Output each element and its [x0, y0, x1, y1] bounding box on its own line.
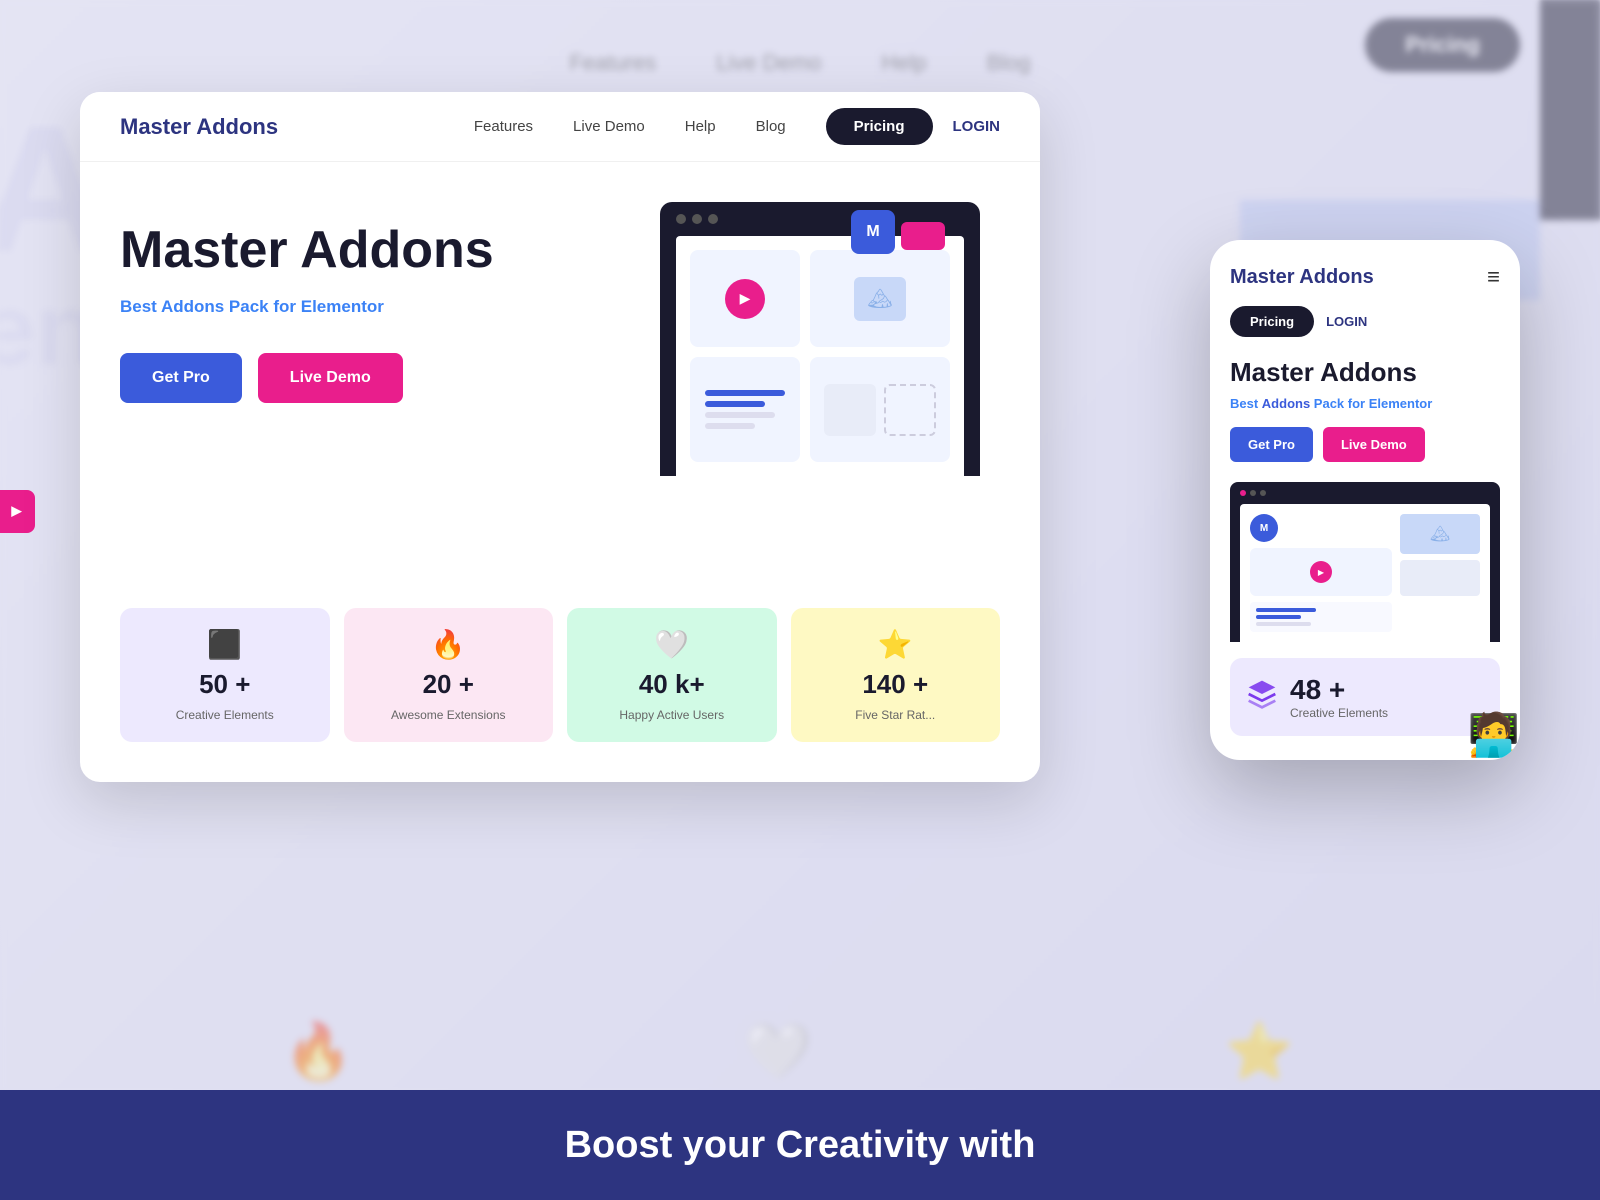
live-demo-button[interactable]: Live Demo — [258, 353, 403, 403]
mockup-pink-tag — [901, 222, 945, 250]
mobile-layers-icon — [1246, 678, 1278, 717]
dot-2 — [692, 214, 702, 224]
mobile-mockup-logo: M — [1250, 514, 1278, 542]
hero-subtitle: Best Addons Pack for Elementor — [120, 297, 620, 317]
mobile-live-demo-button[interactable]: Live Demo — [1323, 427, 1425, 462]
dark-section: Boost your Creativity with — [0, 1090, 1600, 1200]
dashed-box — [884, 384, 936, 436]
mobile-hero-subtitle: Best Addons Pack for Elementor — [1230, 396, 1500, 411]
box-widget — [810, 357, 950, 462]
hero-buttons: Get Pro Live Demo — [120, 353, 620, 403]
mobile-stat-label: Creative Elements — [1290, 706, 1388, 720]
mobile-text-widget — [1250, 602, 1392, 632]
mobile-stat-row: 48 + Creative Elements — [1246, 674, 1484, 720]
mobile-mockup-right: 🏔 🧑‍💻 — [1400, 514, 1480, 632]
dark-section-text: Boost your Creativity with — [565, 1124, 1036, 1167]
stat-card-elements: ⬛ 50 + Creative Elements — [120, 608, 330, 742]
dot-3 — [708, 214, 718, 224]
stat-num-ratings: 140 + — [862, 669, 928, 700]
mobile-text-line-1 — [1256, 608, 1316, 612]
stat-num-extensions: 20 + — [423, 669, 474, 700]
stat-card-ratings: ⭐ 140 + Five Star Rat... — [791, 608, 1001, 742]
get-pro-button[interactable]: Get Pro — [120, 353, 242, 403]
card-logo: Master Addons — [120, 114, 278, 140]
mobile-browser-content: M ▶ 🏔 🧑‍💻 — [1240, 504, 1490, 642]
stat-card-extensions: 🔥 20 + Awesome Extensions — [344, 608, 554, 742]
mobile-play-icon: ▶ — [1310, 561, 1332, 583]
card-nav: Master Addons Features Live Demo Help Bl… — [80, 92, 1040, 162]
heart-icon: 🤍 — [654, 628, 689, 661]
pricing-button[interactable]: Pricing — [826, 108, 933, 145]
star-icon: ⭐ — [878, 628, 913, 661]
menu-hamburger-icon[interactable]: ≡ — [1487, 264, 1500, 290]
mobile-stat-card: 48 + Creative Elements — [1230, 658, 1500, 736]
nav-features[interactable]: Features — [474, 118, 533, 135]
mobile-header: Master Addons ≡ — [1230, 264, 1500, 290]
play-button-icon: ▶ — [725, 279, 765, 319]
browser-content: ▶ 🏔 — [676, 236, 964, 476]
mobile-text-line-3 — [1256, 622, 1311, 626]
mobile-box-placeholder — [1400, 560, 1480, 596]
mobile-stat-info: 48 + Creative Elements — [1290, 674, 1388, 720]
mobile-text-line-2 — [1256, 615, 1301, 619]
mobile-stat-num: 48 + — [1290, 674, 1388, 706]
text-line-3 — [705, 412, 775, 418]
mobile-hero-title: Master Addons — [1230, 357, 1500, 388]
mobile-mockup-left: M ▶ — [1250, 514, 1392, 632]
box-placeholder — [824, 384, 876, 436]
mobile-person-figure: 🧑‍💻 — [1468, 711, 1520, 760]
mobile-buttons: Get Pro Live Demo — [1230, 427, 1500, 462]
mobile-pricing-button[interactable]: Pricing — [1230, 306, 1314, 337]
stat-card-users: 🤍 40 k+ Happy Active Users — [567, 608, 777, 742]
mobile-dot-2 — [1250, 490, 1256, 496]
mobile-dot-1 — [1240, 490, 1246, 496]
nav-blog[interactable]: Blog — [756, 118, 786, 135]
mockup-logo-badge: M — [851, 210, 895, 254]
stat-label-users: Happy Active Users — [619, 708, 724, 722]
text-line-1 — [705, 390, 785, 396]
main-card: Master Addons Features Live Demo Help Bl… — [80, 92, 1040, 782]
play-widget: ▶ — [690, 250, 800, 347]
mobile-browser-dots — [1240, 490, 1490, 496]
hero-title: Master Addons — [120, 222, 620, 279]
mobile-image-placeholder: 🏔 — [1400, 514, 1480, 554]
login-button[interactable]: LOGIN — [953, 118, 1001, 135]
stat-label-extensions: Awesome Extensions — [391, 708, 506, 722]
text-line-4 — [705, 423, 755, 429]
mobile-login-button[interactable]: LOGIN — [1326, 314, 1367, 329]
pink-float-button[interactable]: ▶ — [0, 490, 35, 533]
mobile-logo: Master Addons — [1230, 266, 1374, 289]
mobile-nav: Pricing LOGIN — [1230, 306, 1500, 337]
stat-num-elements: 50 + — [199, 669, 250, 700]
text-line-2 — [705, 401, 765, 407]
image-placeholder: 🏔 — [854, 277, 906, 321]
nav-help[interactable]: Help — [685, 118, 716, 135]
stat-num-users: 40 k+ — [639, 669, 705, 700]
stat-label-ratings: Five Star Rat... — [855, 708, 935, 722]
card-nav-links: Features Live Demo Help Blog — [474, 118, 786, 135]
mobile-get-pro-button[interactable]: Get Pro — [1230, 427, 1313, 462]
fire-icon: 🔥 — [431, 628, 466, 661]
layers-icon: ⬛ — [207, 628, 242, 661]
text-lines — [705, 390, 785, 429]
nav-livedemo[interactable]: Live Demo — [573, 118, 645, 135]
mobile-browser-mockup: M ▶ 🏔 🧑‍💻 — [1230, 482, 1500, 642]
mobile-dot-3 — [1260, 490, 1266, 496]
mobile-play-widget: ▶ — [1250, 548, 1392, 596]
mobile-card: Master Addons ≡ Pricing LOGIN Master Add… — [1210, 240, 1520, 760]
stats-row: ⬛ 50 + Creative Elements 🔥 20 + Awesome … — [120, 608, 1000, 742]
text-widget — [690, 357, 800, 462]
dot-1 — [676, 214, 686, 224]
image-widget: 🏔 — [810, 250, 950, 347]
stat-label-elements: Creative Elements — [176, 708, 274, 722]
